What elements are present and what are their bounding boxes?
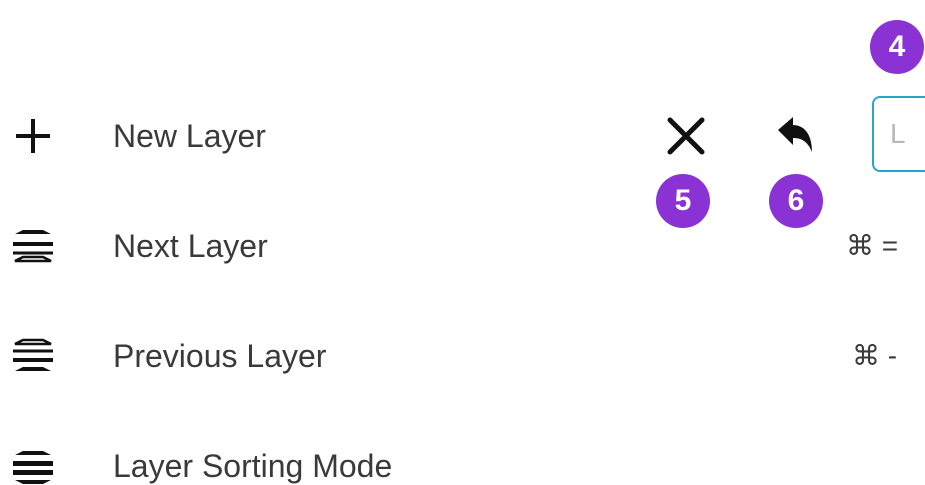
- annotation-badge-5: 5: [656, 174, 710, 228]
- menu-item-label: Previous Layer: [113, 338, 327, 374]
- shortcut-key-box[interactable]: L: [872, 96, 925, 172]
- undo-arrow-icon[interactable]: [774, 114, 818, 158]
- menu-item-label: Next Layer: [113, 228, 268, 264]
- menu-item-label: New Layer: [113, 118, 266, 154]
- shortcut-label: ⌘ -: [852, 340, 898, 371]
- layers-next-icon: [8, 224, 58, 268]
- menu-item-layer-sorting-mode[interactable]: Layer Sorting Mode: [0, 426, 925, 485]
- plus-icon: [8, 114, 58, 158]
- annotation-badge-4: 4: [870, 20, 924, 74]
- shortcut-label: ⌘ =: [846, 230, 899, 261]
- menu-item-previous-layer[interactable]: Previous Layer ⌘ -: [0, 316, 925, 396]
- layers-previous-icon: [8, 334, 58, 378]
- close-icon[interactable]: [664, 114, 708, 158]
- layers-menu: New Layer Next Layer ⌘ = Previous Layer …: [0, 0, 925, 485]
- annotation-badge-6: 6: [769, 174, 823, 228]
- menu-item-label: Layer Sorting Mode: [113, 448, 393, 484]
- layers-sort-icon: [8, 444, 58, 485]
